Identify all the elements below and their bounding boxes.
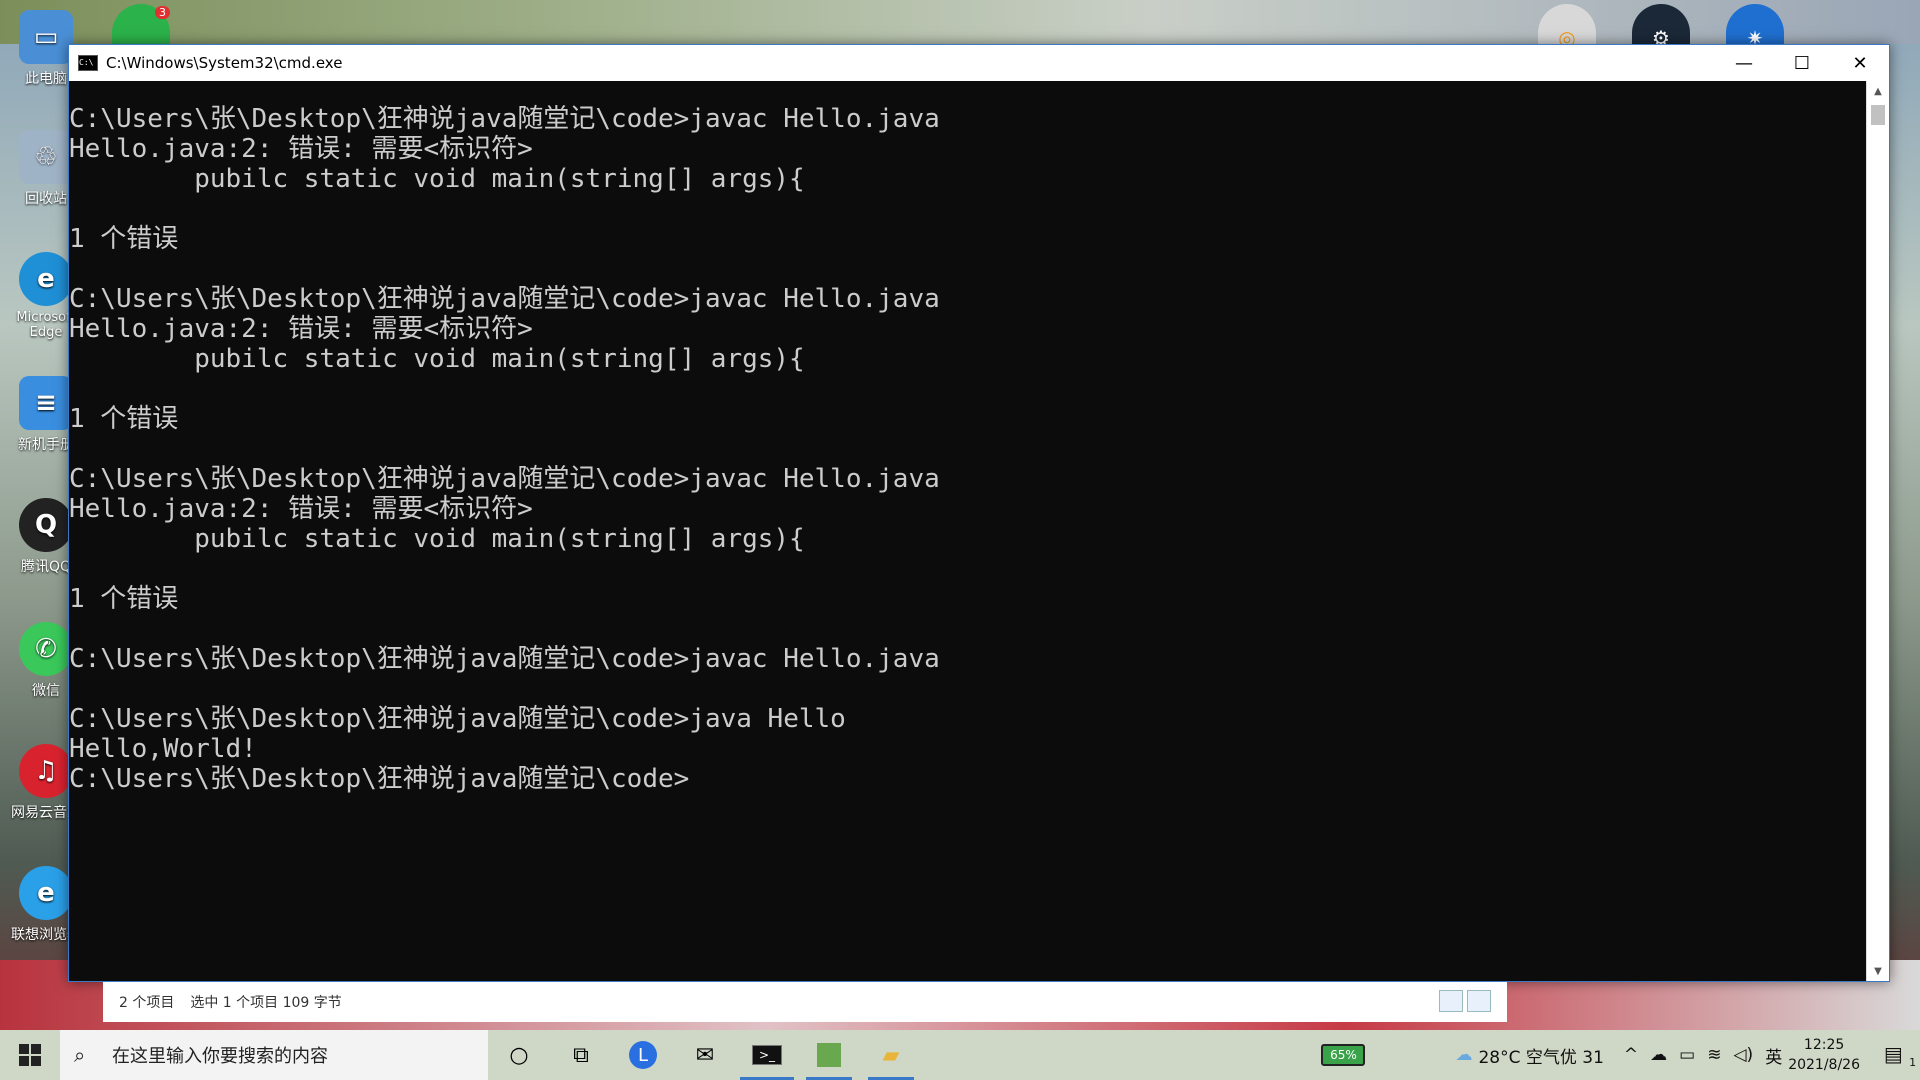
clock[interactable]: 12:25 2021/8/26 bbox=[1788, 1035, 1860, 1075]
console-line: C:\Users\张\Desktop\狂神说java随堂记\code>javac… bbox=[69, 104, 940, 134]
clock-date: 2021/8/26 bbox=[1788, 1057, 1860, 1073]
folder-icon: ▰ bbox=[882, 1042, 900, 1068]
close-button[interactable]: ✕ bbox=[1831, 45, 1889, 81]
minecraft-icon bbox=[817, 1043, 841, 1067]
taskbar-cmd[interactable]: >_ bbox=[736, 1030, 798, 1080]
notification-icon: ▤ bbox=[1883, 1041, 1903, 1066]
explorer-status-bar: 2 个项目 选中 1 个项目 109 字节 bbox=[103, 982, 1507, 1022]
chevron-up-icon[interactable]: ^ bbox=[1624, 1045, 1638, 1065]
search-icon: ⌕ bbox=[74, 1043, 86, 1067]
console-line: C:\Users\张\Desktop\狂神说java随堂记\code>java … bbox=[69, 704, 846, 734]
clock-time: 12:25 bbox=[1803, 1037, 1845, 1053]
vertical-scrollbar[interactable]: ▲ ▼ bbox=[1866, 81, 1889, 981]
manual-icon: ≡ bbox=[19, 376, 73, 430]
taskbar: ⌕ 在这里输入你要搜索的内容 ○ ⧉ L ✉ >_ ▰ 65% ☁ 28°C 空… bbox=[0, 1030, 1920, 1080]
recycle-bin-icon: ♲ bbox=[19, 130, 73, 184]
start-button[interactable] bbox=[0, 1030, 60, 1080]
cortana-circle-icon: ○ bbox=[509, 1042, 529, 1068]
weather-text[interactable]: 28°C 空气优 31 bbox=[1478, 1043, 1603, 1068]
cmd-app-icon: C:\ bbox=[78, 55, 98, 71]
console-line: C:\Users\张\Desktop\狂神说java随堂记\code>javac… bbox=[69, 284, 940, 314]
console-line: Hello.java:2: 错误: 需要<标识符> bbox=[69, 494, 533, 524]
scroll-down-arrow-icon[interactable]: ▼ bbox=[1867, 961, 1889, 981]
computer-icon: ▭ bbox=[19, 10, 73, 64]
console-line: 1 个错误 bbox=[69, 224, 179, 254]
large-icons-view-icon[interactable] bbox=[1467, 990, 1491, 1012]
cmd-window[interactable]: C:\ C:\Windows\System32\cmd.exe — ☐ ✕ C:… bbox=[68, 44, 1890, 982]
console-line: C:\Users\张\Desktop\狂神说java随堂记\code>javac… bbox=[69, 464, 940, 494]
minimize-button[interactable]: — bbox=[1715, 45, 1773, 81]
console-output[interactable]: C:\Users\张\Desktop\狂神说java随堂记\code>javac… bbox=[69, 81, 1867, 981]
battery-indicator[interactable]: 65% bbox=[1321, 1044, 1366, 1066]
volume-icon[interactable]: ◁) bbox=[1733, 1045, 1753, 1065]
console-line: C:\Users\张\Desktop\狂神说java随堂记\code>javac… bbox=[69, 644, 940, 674]
task-view-button[interactable]: ⧉ bbox=[550, 1030, 612, 1080]
taskbar-file-explorer[interactable]: ▰ bbox=[860, 1030, 922, 1080]
scroll-up-arrow-icon[interactable]: ▲ bbox=[1867, 81, 1889, 101]
console-line: pubilc static void main(string[] args){ bbox=[69, 524, 805, 554]
netease-music-icon: ♫ bbox=[19, 744, 73, 798]
notification-badge: 3 bbox=[155, 6, 170, 19]
cmd-icon: >_ bbox=[751, 1045, 783, 1065]
maximize-button[interactable]: ☐ bbox=[1773, 45, 1831, 81]
edge-icon: e bbox=[19, 252, 73, 306]
lenovo-browser-icon: e bbox=[19, 866, 73, 920]
action-center-button[interactable]: ▤ 1 bbox=[1880, 1042, 1920, 1069]
wechat-icon: ✆ bbox=[19, 622, 73, 676]
lenovo-l-icon: L bbox=[629, 1041, 657, 1069]
notification-count: 1 bbox=[1909, 1055, 1917, 1069]
wifi-icon[interactable]: ≋ bbox=[1707, 1045, 1721, 1065]
task-view-icon: ⧉ bbox=[573, 1042, 589, 1068]
taskbar-search-box[interactable]: ⌕ 在这里输入你要搜索的内容 bbox=[60, 1030, 488, 1080]
weather-cloud-icon: ☁ bbox=[1455, 1045, 1473, 1065]
details-view-icon[interactable] bbox=[1439, 990, 1463, 1012]
battery-icon[interactable]: ▭ bbox=[1679, 1045, 1695, 1065]
onedrive-cloud-icon[interactable]: ☁ bbox=[1650, 1045, 1667, 1065]
window-title: C:\Windows\System32\cmd.exe bbox=[106, 54, 343, 72]
selection-info: 选中 1 个项目 109 字节 bbox=[190, 995, 342, 1011]
mail-icon: ✉ bbox=[695, 1042, 715, 1068]
console-line: Hello.java:2: 错误: 需要<标识符> bbox=[69, 134, 533, 164]
qq-penguin-icon: Q bbox=[19, 498, 73, 552]
windows-logo-icon bbox=[19, 1044, 41, 1066]
taskbar-app-l[interactable]: L bbox=[612, 1030, 674, 1080]
taskbar-minecraft[interactable] bbox=[798, 1030, 860, 1080]
console-line: 1 个错误 bbox=[69, 404, 179, 434]
scrollbar-thumb[interactable] bbox=[1871, 105, 1885, 125]
title-bar[interactable]: C:\ C:\Windows\System32\cmd.exe — ☐ ✕ bbox=[69, 45, 1889, 81]
ime-indicator[interactable]: 英 bbox=[1765, 1043, 1782, 1068]
console-line: Hello.java:2: 错误: 需要<标识符> bbox=[69, 314, 533, 344]
cortana-button[interactable]: ○ bbox=[488, 1030, 550, 1080]
item-count: 2 个项目 bbox=[119, 995, 175, 1011]
console-line: 1 个错误 bbox=[69, 584, 179, 614]
console-line: pubilc static void main(string[] args){ bbox=[69, 344, 805, 374]
taskbar-mail[interactable]: ✉ bbox=[674, 1030, 736, 1080]
search-placeholder: 在这里输入你要搜索的内容 bbox=[112, 1046, 328, 1067]
system-tray: 65% ☁ 28°C 空气优 31 ^ ☁ ▭ ≋ ◁) 英 12:25 202… bbox=[1321, 1030, 1920, 1080]
console-line: Hello,World! bbox=[69, 734, 257, 764]
console-prompt-line[interactable]: C:\Users\张\Desktop\狂神说java随堂记\code> bbox=[69, 764, 1867, 794]
console-line: pubilc static void main(string[] args){ bbox=[69, 164, 805, 194]
